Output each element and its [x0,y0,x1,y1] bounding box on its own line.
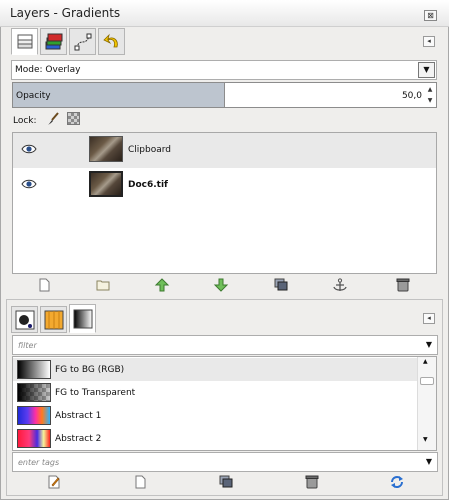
paintbrush-icon[interactable] [46,112,60,126]
tab-channels[interactable] [40,28,67,55]
undo-history-icon [102,33,118,47]
eye-icon[interactable] [21,143,37,155]
tab-paths[interactable] [69,28,96,55]
delete-gradient-icon[interactable] [304,475,320,489]
gradient-name: FG to BG (RGB) [55,365,125,375]
layers-list: Clipboard Doc6.tif [12,132,437,274]
close-icon[interactable]: ⊠ [424,10,437,21]
new-layer-group-icon[interactable] [95,278,111,292]
dock-menu-icon[interactable]: ◂ [423,36,435,47]
gradient-row[interactable]: Abstract 2 [13,427,418,450]
gradients-scrollbar[interactable]: ▲ ▼ [417,357,436,450]
mode-label: Mode: Overlay [15,65,81,75]
delete-layer-icon[interactable] [395,278,411,292]
new-gradient-icon[interactable] [132,475,148,489]
opacity-label: Opacity [16,91,51,101]
gradient-swatch [17,406,51,425]
gradient-swatch [17,429,51,448]
anchor-layer-icon[interactable] [332,278,348,292]
layer-thumbnail [89,171,123,197]
gradient-row[interactable]: Abstract 1 [13,404,418,427]
gradient-name: FG to Transparent [55,388,136,398]
gradients-list: FG to BG (RGB) FG to Transparent Abstrac… [12,356,437,451]
raise-layer-icon[interactable] [154,278,170,292]
eye-icon[interactable] [21,178,37,190]
duplicate-layer-icon[interactable] [273,278,289,292]
duplicate-gradient-icon[interactable] [218,475,234,489]
layer-thumbnail [89,136,123,162]
filter-combo[interactable]: filter ▼ [12,335,438,355]
alpha-checker-icon[interactable] [67,112,80,125]
layer-name[interactable]: Clipboard [128,145,171,155]
chevron-down-icon[interactable]: ▼ [418,62,435,78]
gradient-name: Abstract 1 [55,411,102,421]
gradient-swatch [17,383,51,402]
scroll-thumb[interactable] [420,377,434,385]
layer-button-bar [12,276,437,296]
new-layer-icon[interactable] [36,278,52,292]
tab-layers[interactable] [11,28,38,55]
filter-input[interactable]: filter [18,341,37,350]
window-title: Layers - Gradients [10,6,121,20]
scroll-up-icon[interactable]: ▲ [423,358,428,365]
gradient-button-bar [12,473,437,493]
pattern-tab-icon [44,310,63,329]
opacity-value[interactable]: 50,0 [402,91,422,101]
tags-combo[interactable]: enter tags ▼ [12,452,438,472]
gradient-swatch [17,360,51,379]
chevron-down-icon[interactable]: ▼ [426,340,432,349]
gradients-dock-menu-icon[interactable]: ◂ [423,313,435,324]
layer-row[interactable]: Doc6.tif [13,168,436,203]
lock-label: Lock: [13,116,37,126]
layers-stack-icon [17,34,32,48]
tab-undo-history[interactable] [98,28,125,55]
gradient-row[interactable]: FG to Transparent [13,381,418,404]
layer-row[interactable]: Clipboard [13,133,436,168]
opacity-spinner[interactable]: ▲ ▼ [425,84,435,106]
mode-combo[interactable]: Mode: Overlay ▼ [11,60,437,80]
tab-patterns[interactable] [40,306,67,333]
tab-brushes[interactable] [11,306,38,333]
title-bar[interactable]: Layers - Gradients ⊠ [0,0,449,27]
opacity-slider[interactable]: Opacity 50,0 ▲ ▼ [12,82,437,108]
gradient-tab-icon [73,309,92,328]
lower-layer-icon[interactable] [213,278,229,292]
layer-name[interactable]: Doc6.tif [128,180,168,190]
chevron-down-icon[interactable]: ▼ [426,457,432,466]
edit-gradient-icon[interactable] [46,475,62,489]
scroll-down-icon[interactable]: ▼ [423,436,428,443]
gradient-name: Abstract 2 [55,434,102,444]
tab-gradients[interactable] [69,304,96,333]
spin-down-icon[interactable]: ▼ [425,95,435,106]
brush-tab-icon [15,310,34,329]
channels-icon [45,33,62,49]
tags-input[interactable]: enter tags [18,458,59,467]
paths-icon [74,33,91,50]
gradient-row[interactable]: FG to BG (RGB) [13,358,418,381]
spin-up-icon[interactable]: ▲ [425,84,435,95]
refresh-gradients-icon[interactable] [389,475,405,489]
